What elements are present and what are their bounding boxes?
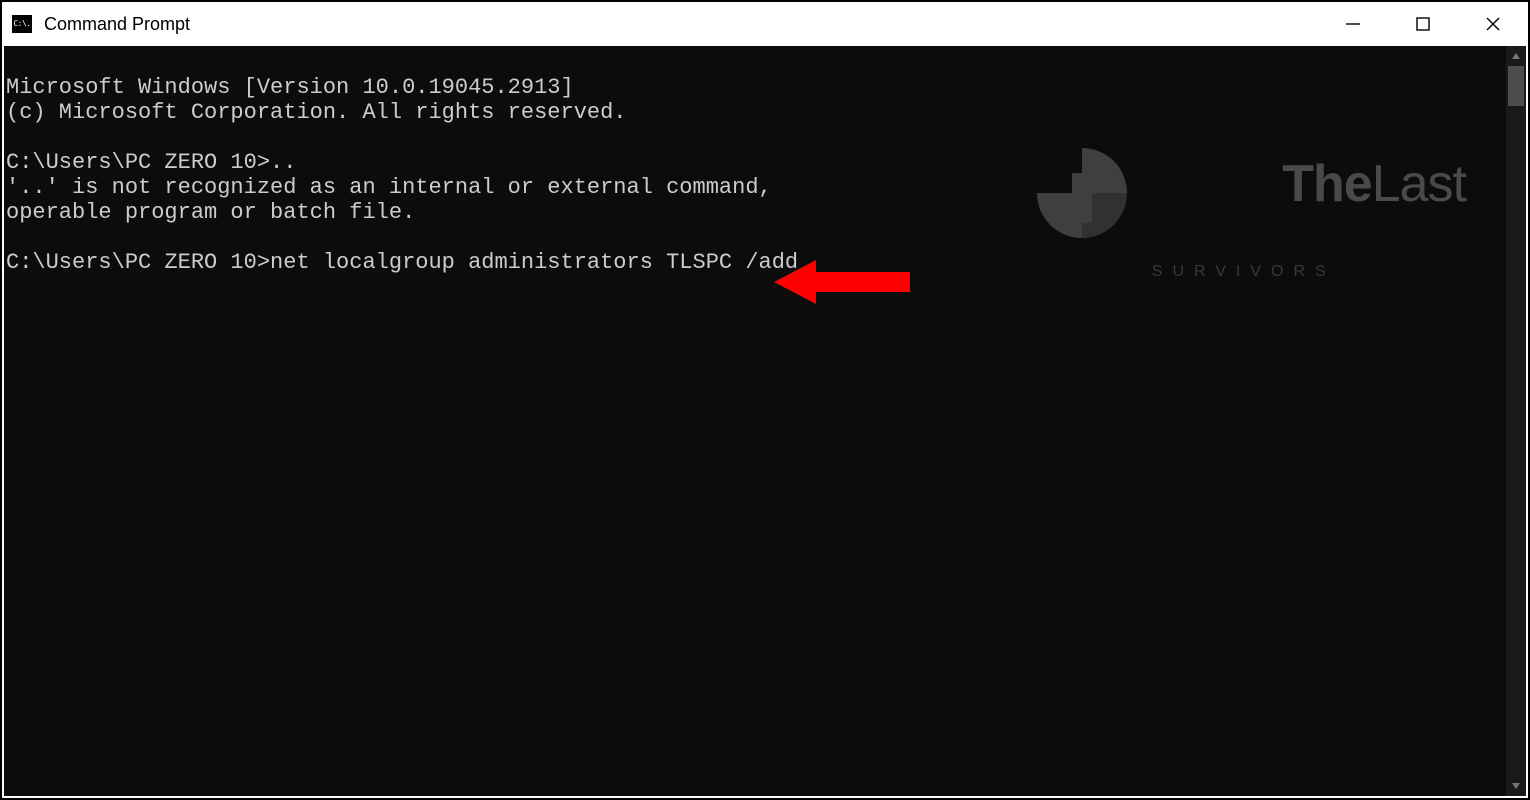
client-area: Microsoft Windows [Version 10.0.19045.29… (4, 46, 1526, 796)
maximize-icon (1415, 16, 1431, 32)
terminal-line-highlighted: C:\Users\PC ZERO 10>net localgroup admin… (6, 250, 798, 275)
chevron-down-icon (1511, 781, 1521, 791)
watermark-brand-light: Last (1372, 155, 1466, 213)
watermark-logo-icon (1032, 143, 1132, 243)
terminal-output[interactable]: Microsoft Windows [Version 10.0.19045.29… (4, 46, 1506, 796)
window-title: Command Prompt (44, 14, 190, 35)
terminal-line: operable program or batch file. (6, 200, 415, 225)
window-controls (1318, 2, 1528, 46)
terminal-line: Microsoft Windows [Version 10.0.19045.29… (6, 75, 574, 100)
app-icon: C:\. (12, 15, 32, 33)
titlebar[interactable]: C:\. Command Prompt (2, 2, 1528, 46)
watermark: TheLast SURVIVORS (1032, 106, 1466, 280)
terminal-line: (c) Microsoft Corporation. All rights re… (6, 100, 627, 125)
watermark-tagline: SURVIVORS (1148, 264, 1466, 280)
minimize-icon (1345, 16, 1361, 32)
close-button[interactable] (1458, 2, 1528, 46)
maximize-button[interactable] (1388, 2, 1458, 46)
watermark-brand-strong: The (1282, 155, 1371, 213)
chevron-up-icon (1511, 51, 1521, 61)
terminal-line: '..' is not recognized as an internal or… (6, 175, 772, 200)
close-icon (1485, 16, 1501, 32)
watermark-brand: TheLast (1148, 106, 1466, 262)
scroll-down-button[interactable] (1506, 776, 1526, 796)
minimize-button[interactable] (1318, 2, 1388, 46)
scroll-thumb[interactable] (1508, 66, 1524, 106)
scroll-up-button[interactable] (1506, 46, 1526, 66)
terminal-line: C:\Users\PC ZERO 10>.. (6, 150, 296, 175)
vertical-scrollbar[interactable] (1506, 46, 1526, 796)
